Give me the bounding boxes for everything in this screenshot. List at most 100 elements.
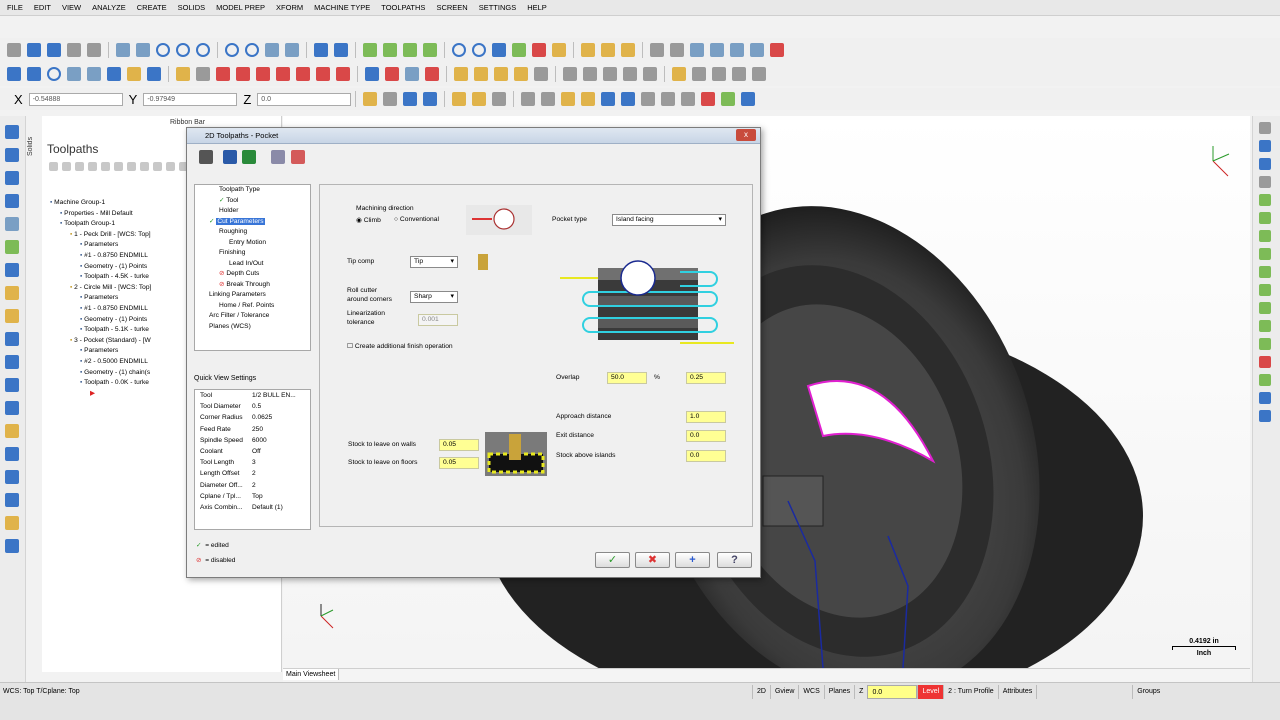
zoom-window-icon[interactable] <box>156 43 170 57</box>
apply-button[interactable]: + <box>675 552 710 568</box>
status-level-value[interactable]: 2 : Turn Profile <box>943 685 998 699</box>
solid-1-icon[interactable] <box>454 67 468 81</box>
edit-icon[interactable] <box>601 43 615 57</box>
menu-toolpaths[interactable]: TOOLPATHS <box>381 3 425 12</box>
hatch-icon[interactable] <box>752 67 766 81</box>
unzoom-icon[interactable] <box>225 43 239 57</box>
menu-view[interactable]: VIEW <box>62 3 81 12</box>
status-wcs[interactable]: WCS <box>798 685 823 699</box>
status-planes[interactable]: Planes <box>823 685 854 699</box>
nav-item[interactable]: Linking Parameters <box>199 290 310 301</box>
z-coordinate-input[interactable] <box>257 92 352 106</box>
conventional-radio[interactable]: ○ Conventional <box>394 216 439 223</box>
menu-analyze[interactable]: ANALYZE <box>92 3 126 12</box>
left-tool-9-icon[interactable] <box>5 309 19 323</box>
open-file-icon[interactable] <box>27 43 41 57</box>
window-select-icon[interactable] <box>136 43 150 57</box>
right-tool-15-icon[interactable] <box>1259 374 1271 386</box>
select-5-icon[interactable] <box>581 92 596 106</box>
select-all-icon[interactable] <box>285 43 299 57</box>
stop-icon[interactable] <box>701 92 716 106</box>
print-icon[interactable] <box>67 43 81 57</box>
tip-comp-select[interactable]: Tip <box>410 256 458 268</box>
right-tool-10-icon[interactable] <box>1259 284 1271 296</box>
select-1-icon[interactable] <box>452 92 467 106</box>
status-2d[interactable]: 2D <box>752 685 770 699</box>
sigma-icon[interactable] <box>730 43 744 57</box>
plugin-icon[interactable] <box>770 43 784 57</box>
left-tool-11-icon[interactable] <box>5 355 19 369</box>
zoom-selected-icon[interactable] <box>245 43 259 57</box>
left-tool-13-icon[interactable] <box>5 401 19 415</box>
xform-4-icon[interactable] <box>425 67 439 81</box>
right-view-icon[interactable] <box>403 43 417 57</box>
select-3-icon[interactable] <box>492 92 507 106</box>
status-groups[interactable]: Groups <box>1132 685 1164 699</box>
solids-tab[interactable]: Solids <box>27 116 41 156</box>
nav-item[interactable]: Finishing <box>199 248 310 259</box>
post-icon[interactable] <box>140 162 149 171</box>
right-tool-1-icon[interactable] <box>1259 122 1271 134</box>
circle-icon[interactable] <box>47 67 61 81</box>
left-tool-12-icon[interactable] <box>5 378 19 392</box>
modify-6-icon[interactable] <box>316 67 330 81</box>
dimension-3-icon[interactable] <box>712 67 726 81</box>
wireframe-globe-icon[interactable] <box>452 43 466 57</box>
stock-above-islands-input[interactable]: 0.0 <box>686 450 726 462</box>
climb-radio[interactable]: ◉ Climb <box>356 216 381 224</box>
fit-icon[interactable] <box>116 43 130 57</box>
left-tool-5-icon[interactable] <box>5 217 19 231</box>
right-tool-16-icon[interactable] <box>1259 392 1271 404</box>
modify-5-icon[interactable] <box>296 67 310 81</box>
x-coordinate-input[interactable] <box>28 92 123 106</box>
line-icon[interactable] <box>27 67 41 81</box>
right-tool-9-icon[interactable] <box>1259 266 1271 278</box>
right-tool-5-icon[interactable] <box>1259 194 1271 206</box>
grid-settings-icon[interactable] <box>690 43 704 57</box>
right-tool-6-icon[interactable] <box>1259 212 1271 224</box>
tab-main-viewsheet[interactable]: Main Viewsheet <box>283 669 340 680</box>
nav-item[interactable]: Toolpath Type <box>199 185 310 196</box>
new-file-icon[interactable] <box>7 43 21 57</box>
left-tool-16-icon[interactable] <box>5 470 19 484</box>
menu-machine-type[interactable]: MACHINE TYPE <box>314 3 370 12</box>
fast-point-icon[interactable] <box>383 92 398 106</box>
modify-3-icon[interactable] <box>256 67 270 81</box>
pointer-icon[interactable] <box>541 92 556 106</box>
left-tool-7-icon[interactable] <box>5 263 19 277</box>
modify-2-icon[interactable] <box>236 67 250 81</box>
front-view-icon[interactable] <box>383 43 397 57</box>
drafting-icon[interactable] <box>147 67 161 81</box>
right-tool-14-icon[interactable] <box>1259 356 1271 368</box>
config-icon[interactable] <box>750 43 764 57</box>
iso-view-icon[interactable] <box>423 43 437 57</box>
dialog-settings-icon[interactable] <box>271 150 285 164</box>
dimension-1-icon[interactable] <box>672 67 686 81</box>
left-tool-8-icon[interactable] <box>5 286 19 300</box>
left-tool-19-icon[interactable] <box>5 539 19 553</box>
verify-icon[interactable] <box>114 162 123 171</box>
select-7-icon[interactable] <box>621 92 636 106</box>
dimension-4-icon[interactable] <box>732 67 746 81</box>
status-attributes[interactable]: Attributes <box>997 685 1037 699</box>
dialog-close-button[interactable]: x <box>736 129 756 141</box>
menu-help[interactable]: HELP <box>527 3 547 12</box>
solid-2-icon[interactable] <box>474 67 488 81</box>
overlap-percent-input[interactable]: 50.0 <box>607 372 647 384</box>
left-tool-18-icon[interactable] <box>5 516 19 530</box>
nav-item[interactable]: Entry Motion <box>199 238 310 249</box>
roll-cutter-select[interactable]: Sharp <box>410 291 458 303</box>
backplot-icon[interactable] <box>101 162 110 171</box>
nav-item[interactable]: Lead In/Out <box>199 259 310 270</box>
menu-edit[interactable]: EDIT <box>34 3 51 12</box>
draft-icon[interactable] <box>581 43 595 57</box>
overlap-distance-input[interactable]: 0.25 <box>686 372 726 384</box>
status-line-styles[interactable] <box>1036 685 1132 699</box>
ok-button[interactable]: ✓ <box>595 552 630 568</box>
pocket-type-select[interactable]: Island facing <box>612 214 726 226</box>
modelprep-5-icon[interactable] <box>643 67 657 81</box>
left-tool-2-icon[interactable] <box>5 148 19 162</box>
break-icon[interactable] <box>196 67 210 81</box>
right-tool-7-icon[interactable] <box>1259 230 1271 242</box>
check-icon[interactable] <box>621 43 635 57</box>
